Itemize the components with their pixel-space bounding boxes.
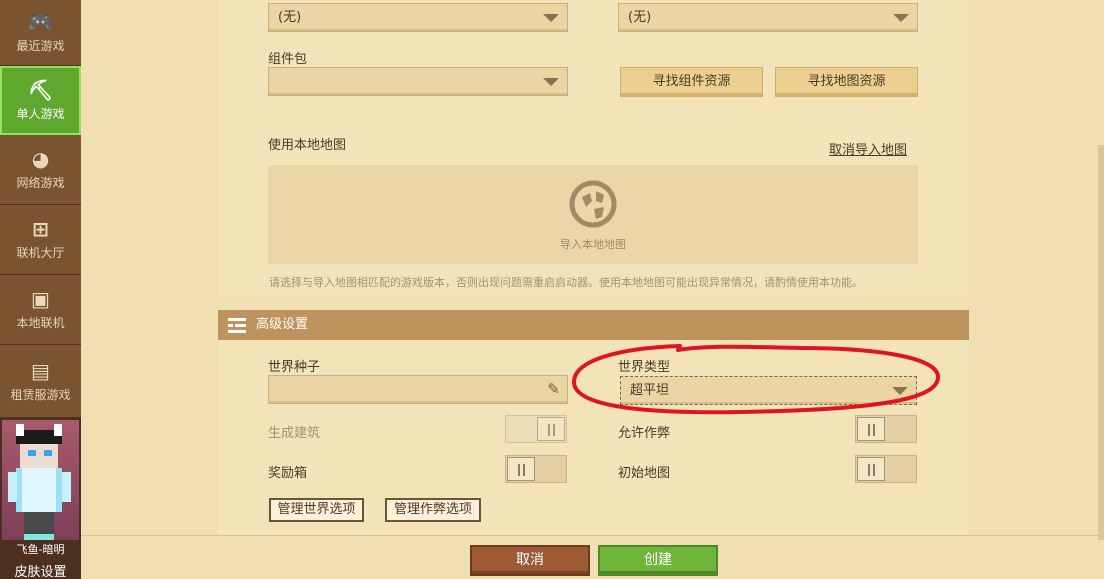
find-map-button[interactable]: 寻找地图资源 xyxy=(775,67,918,97)
world-seed-label: 世界种子 xyxy=(268,360,321,375)
toggle-knob xyxy=(857,457,885,481)
advanced-settings-header: 高级设置 xyxy=(218,310,969,340)
globe-icon: ◕ xyxy=(31,147,50,171)
sidebar-item-single-player[interactable]: ⛏ 单人游戏 xyxy=(0,66,81,135)
sidebar-item-local-multiplayer[interactable]: ▣ 本地联机 xyxy=(0,275,81,345)
toggle-knob xyxy=(507,457,535,481)
sidebar-item-label: 最近游戏 xyxy=(16,39,65,53)
manage-world-options-button[interactable]: 管理世界选项 xyxy=(269,498,364,522)
generate-structures-label: 生成建筑 xyxy=(268,426,321,441)
dropdown-value: (无) xyxy=(628,10,652,25)
addon-pack-label: 组件包 xyxy=(268,52,308,67)
sidebar-item-label: 网络游戏 xyxy=(16,176,65,190)
advanced-settings-title: 高级设置 xyxy=(256,317,309,332)
toggle-knob xyxy=(857,417,885,441)
globe-icon xyxy=(569,180,617,228)
dropdown-value: (无) xyxy=(278,10,302,25)
version-dropdown-right[interactable]: (无) xyxy=(618,3,918,32)
settings-list-icon xyxy=(228,318,246,333)
sidebar-item-recent-games[interactable]: 🎮 最近游戏 xyxy=(0,0,81,66)
sidebar-item-label: 本地联机 xyxy=(16,316,65,330)
bonus-chest-label: 奖励箱 xyxy=(268,466,308,481)
sidebar-item-label: 单人游戏 xyxy=(16,107,65,121)
server-list-icon: ▤ xyxy=(31,358,50,383)
chevron-down-icon xyxy=(543,14,559,22)
world-seed-input[interactable]: ✎ xyxy=(268,375,568,404)
cancel-import-map-link[interactable]: 取消导入地图 xyxy=(829,139,907,158)
generate-structures-toggle[interactable] xyxy=(505,415,567,443)
chevron-down-icon xyxy=(893,14,909,22)
footer-bar xyxy=(81,535,1104,579)
cancel-button[interactable]: 取消 xyxy=(470,545,590,576)
sidebar-item-network-games[interactable]: ◕ 网络游戏 xyxy=(0,135,81,205)
annotation-circle xyxy=(571,344,940,415)
manage-cheat-options-button[interactable]: 管理作弊选项 xyxy=(385,498,481,522)
lobby-icon: ⊞ xyxy=(32,217,49,241)
scrollbar[interactable] xyxy=(1098,145,1104,540)
avatar xyxy=(2,420,79,540)
starting-map-toggle[interactable] xyxy=(855,455,917,483)
bonus-chest-toggle[interactable] xyxy=(505,455,567,483)
skin-settings-button[interactable]: 皮肤设置 xyxy=(0,561,81,579)
sidebar-item-label: 租赁服游戏 xyxy=(10,387,71,402)
local-map-label: 使用本地地图 xyxy=(268,138,347,153)
allow-cheats-toggle[interactable] xyxy=(855,415,917,443)
pencil-icon: ✎ xyxy=(547,380,560,398)
gamepad-icon: 🎮 xyxy=(28,10,53,34)
monitor-icon: ▣ xyxy=(31,287,50,311)
chevron-down-icon xyxy=(543,78,559,86)
allow-cheats-label: 允许作弊 xyxy=(618,426,671,441)
local-map-warning: 请选择与导入地图相匹配的游戏版本，否则出现问题需重启启动器。使用本地地图可能出现… xyxy=(269,276,863,289)
sidebar-item-rental-servers[interactable]: ▤ 租赁服游戏 xyxy=(0,345,81,418)
find-addon-button[interactable]: 寻找组件资源 xyxy=(620,67,763,97)
skin-name: 飞鱼-暗明 xyxy=(16,543,65,556)
sidebar-item-lobby[interactable]: ⊞ 联机大厅 xyxy=(0,205,81,275)
addon-pack-dropdown[interactable] xyxy=(268,67,568,96)
import-local-map-text: 导入本地地图 xyxy=(560,238,626,251)
toggle-knob xyxy=(537,417,565,441)
create-button[interactable]: 创建 xyxy=(598,545,718,576)
pickaxe-icon: ⛏ xyxy=(27,78,54,102)
version-dropdown-left[interactable]: (无) xyxy=(268,3,568,32)
import-local-map-area[interactable]: 导入本地地图 xyxy=(268,165,918,264)
skin-figure-icon xyxy=(8,424,71,540)
sidebar-item-label: 联机大厅 xyxy=(16,246,65,260)
starting-map-label: 初始地图 xyxy=(618,466,671,481)
